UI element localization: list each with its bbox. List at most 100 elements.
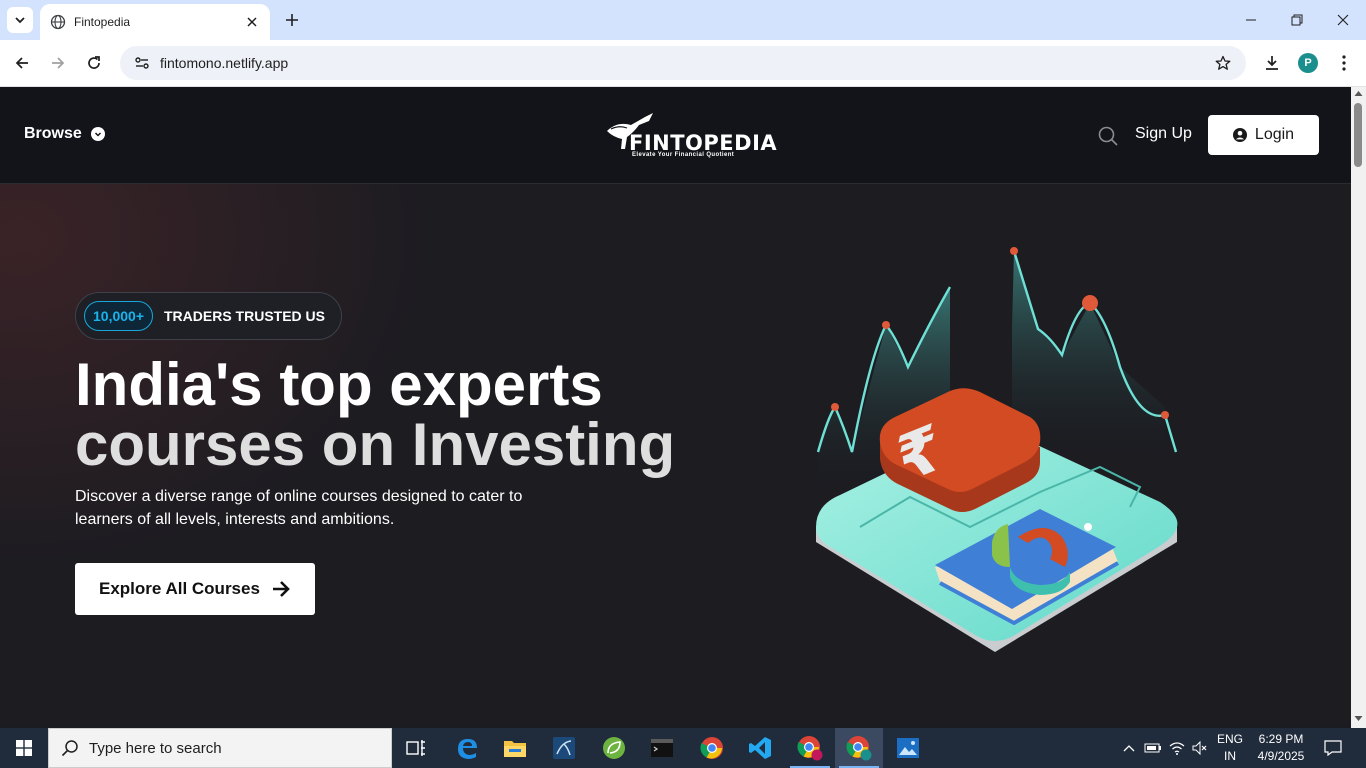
taskbar-terminal[interactable] [638, 728, 686, 768]
plus-icon [286, 14, 298, 26]
battery-icon [1144, 743, 1161, 753]
taskbar-chrome-profile[interactable] [786, 728, 834, 768]
spring-leaf-icon [603, 737, 625, 759]
close-icon [1337, 14, 1349, 26]
arrow-right-icon [273, 581, 290, 597]
explore-courses-button[interactable]: Explore All Courses [75, 563, 315, 615]
vscode-icon [749, 737, 771, 759]
chart-point [882, 321, 890, 329]
reload-icon [88, 56, 100, 69]
chart-point [1010, 247, 1018, 255]
tab-title: Fintopedia [74, 15, 131, 29]
badge-text: TRADERS TRUSTED US [164, 308, 326, 324]
battery-tray-icon[interactable] [1142, 728, 1164, 768]
close-window-button[interactable] [1320, 0, 1366, 40]
taskbar-chrome-active[interactable] [835, 728, 883, 768]
region-code: IN [1224, 749, 1236, 763]
logo-tagline: Elevate Your Financial Quotient [632, 152, 735, 158]
taskbar-vscode[interactable] [736, 728, 784, 768]
task-view-button[interactable] [392, 728, 440, 768]
minimize-icon [1246, 19, 1256, 21]
back-button[interactable] [10, 51, 34, 75]
close-tab-icon[interactable] [244, 14, 260, 30]
restore-icon [1291, 14, 1303, 26]
volume-tray-icon[interactable] [1189, 728, 1211, 768]
chart-point [1161, 411, 1169, 419]
chart-point [1082, 295, 1098, 311]
headline-line-2: courses on Investing [75, 411, 676, 478]
profile-button[interactable]: P [1296, 51, 1320, 75]
site-header: Browse FINTOPEDIA Elevate Your Financial… [0, 87, 1351, 184]
taskbar-chrome[interactable] [688, 728, 736, 768]
address-bar[interactable]: fintomono.netlify.app [120, 46, 1246, 80]
chrome-profile-icon [846, 736, 872, 761]
forward-button[interactable] [46, 51, 70, 75]
search-icon[interactable] [1097, 125, 1119, 147]
folder-icon [504, 741, 526, 757]
start-button[interactable] [0, 728, 48, 768]
scrollbar-thumb[interactable] [1354, 103, 1362, 167]
profile-avatar: P [1298, 53, 1318, 73]
user-circle-icon [1232, 128, 1247, 142]
minimize-button[interactable] [1228, 0, 1274, 40]
trust-badge: 10,000+ TRADERS TRUSTED US [75, 292, 343, 340]
bookmark-star-icon[interactable] [1208, 55, 1238, 71]
browser-menu-button[interactable] [1332, 51, 1356, 75]
downloads-button[interactable] [1260, 51, 1284, 75]
reload-button[interactable] [82, 51, 106, 75]
new-tab-button[interactable] [282, 10, 302, 30]
show-hidden-icons-button[interactable] [1118, 728, 1140, 768]
browser-toolbar: fintomono.netlify.app P [0, 40, 1366, 87]
search-icon [61, 740, 78, 757]
login-label: Login [1254, 126, 1295, 143]
taskbar-file-explorer[interactable] [491, 728, 539, 768]
arrow-left-icon [15, 57, 28, 69]
site-settings-icon[interactable] [124, 55, 160, 71]
globe-icon [50, 14, 66, 30]
chevron-down-icon [90, 127, 105, 141]
arrow-right-icon [52, 57, 65, 69]
url-text[interactable]: fintomono.netlify.app [160, 55, 1208, 71]
signup-link[interactable]: Sign Up [1135, 125, 1192, 143]
site-logo[interactable]: FINTOPEDIA Elevate Your Financial Quotie… [605, 111, 777, 163]
headline-line-1: India's top experts [75, 351, 603, 418]
login-button[interactable]: Login [1208, 115, 1319, 155]
mysql-workbench-icon [553, 737, 575, 759]
page-scrollbar[interactable] [1351, 87, 1366, 728]
taskbar-search-box[interactable]: Type here to search [48, 728, 392, 768]
photos-icon [897, 738, 919, 758]
clock-time: 6:29 PM [1258, 732, 1304, 746]
web-page: Browse FINTOPEDIA Elevate Your Financial… [0, 87, 1351, 723]
taskbar-spring-tools[interactable] [590, 728, 638, 768]
chrome-profile-icon [797, 736, 823, 761]
notifications-button[interactable] [1320, 728, 1346, 768]
task-view-icon [406, 740, 425, 756]
notification-icon [1324, 740, 1342, 756]
chevron-down-icon [15, 17, 25, 24]
clock-date: 4/9/2025 [1257, 749, 1305, 763]
edge-icon [458, 739, 477, 759]
restore-button[interactable] [1274, 0, 1320, 40]
chevron-up-icon [1123, 745, 1135, 752]
hero-illustration: ₹ [816, 247, 1178, 652]
browser-tab[interactable]: Fintopedia [40, 4, 270, 40]
scroll-down-arrow-icon[interactable] [1354, 715, 1363, 722]
hero-subtext: Discover a diverse range of online cours… [75, 488, 523, 528]
network-tray-icon[interactable] [1166, 728, 1188, 768]
windows-taskbar: Type here to search ENG IN 6:29 PM 4/9/2… [0, 728, 1366, 768]
download-icon [1266, 56, 1278, 70]
tab-search-button[interactable] [7, 7, 33, 33]
taskbar-edge[interactable] [443, 728, 491, 768]
wifi-icon [1169, 742, 1185, 755]
input-language[interactable]: ENG IN [1213, 731, 1247, 765]
badge-count: 10,000+ [84, 301, 153, 331]
taskbar-mysql-workbench[interactable] [540, 728, 588, 768]
taskbar-photos[interactable] [884, 728, 932, 768]
volume-muted-icon [1192, 741, 1207, 755]
language-code: ENG [1216, 732, 1243, 746]
browse-menu[interactable]: Browse [24, 125, 105, 143]
hero-headline: India's top experts courses on Investing [75, 355, 675, 475]
windows-logo-icon [16, 740, 32, 756]
taskbar-clock[interactable]: 6:29 PM 4/9/2025 [1250, 731, 1312, 765]
scroll-up-arrow-icon[interactable] [1354, 90, 1363, 97]
